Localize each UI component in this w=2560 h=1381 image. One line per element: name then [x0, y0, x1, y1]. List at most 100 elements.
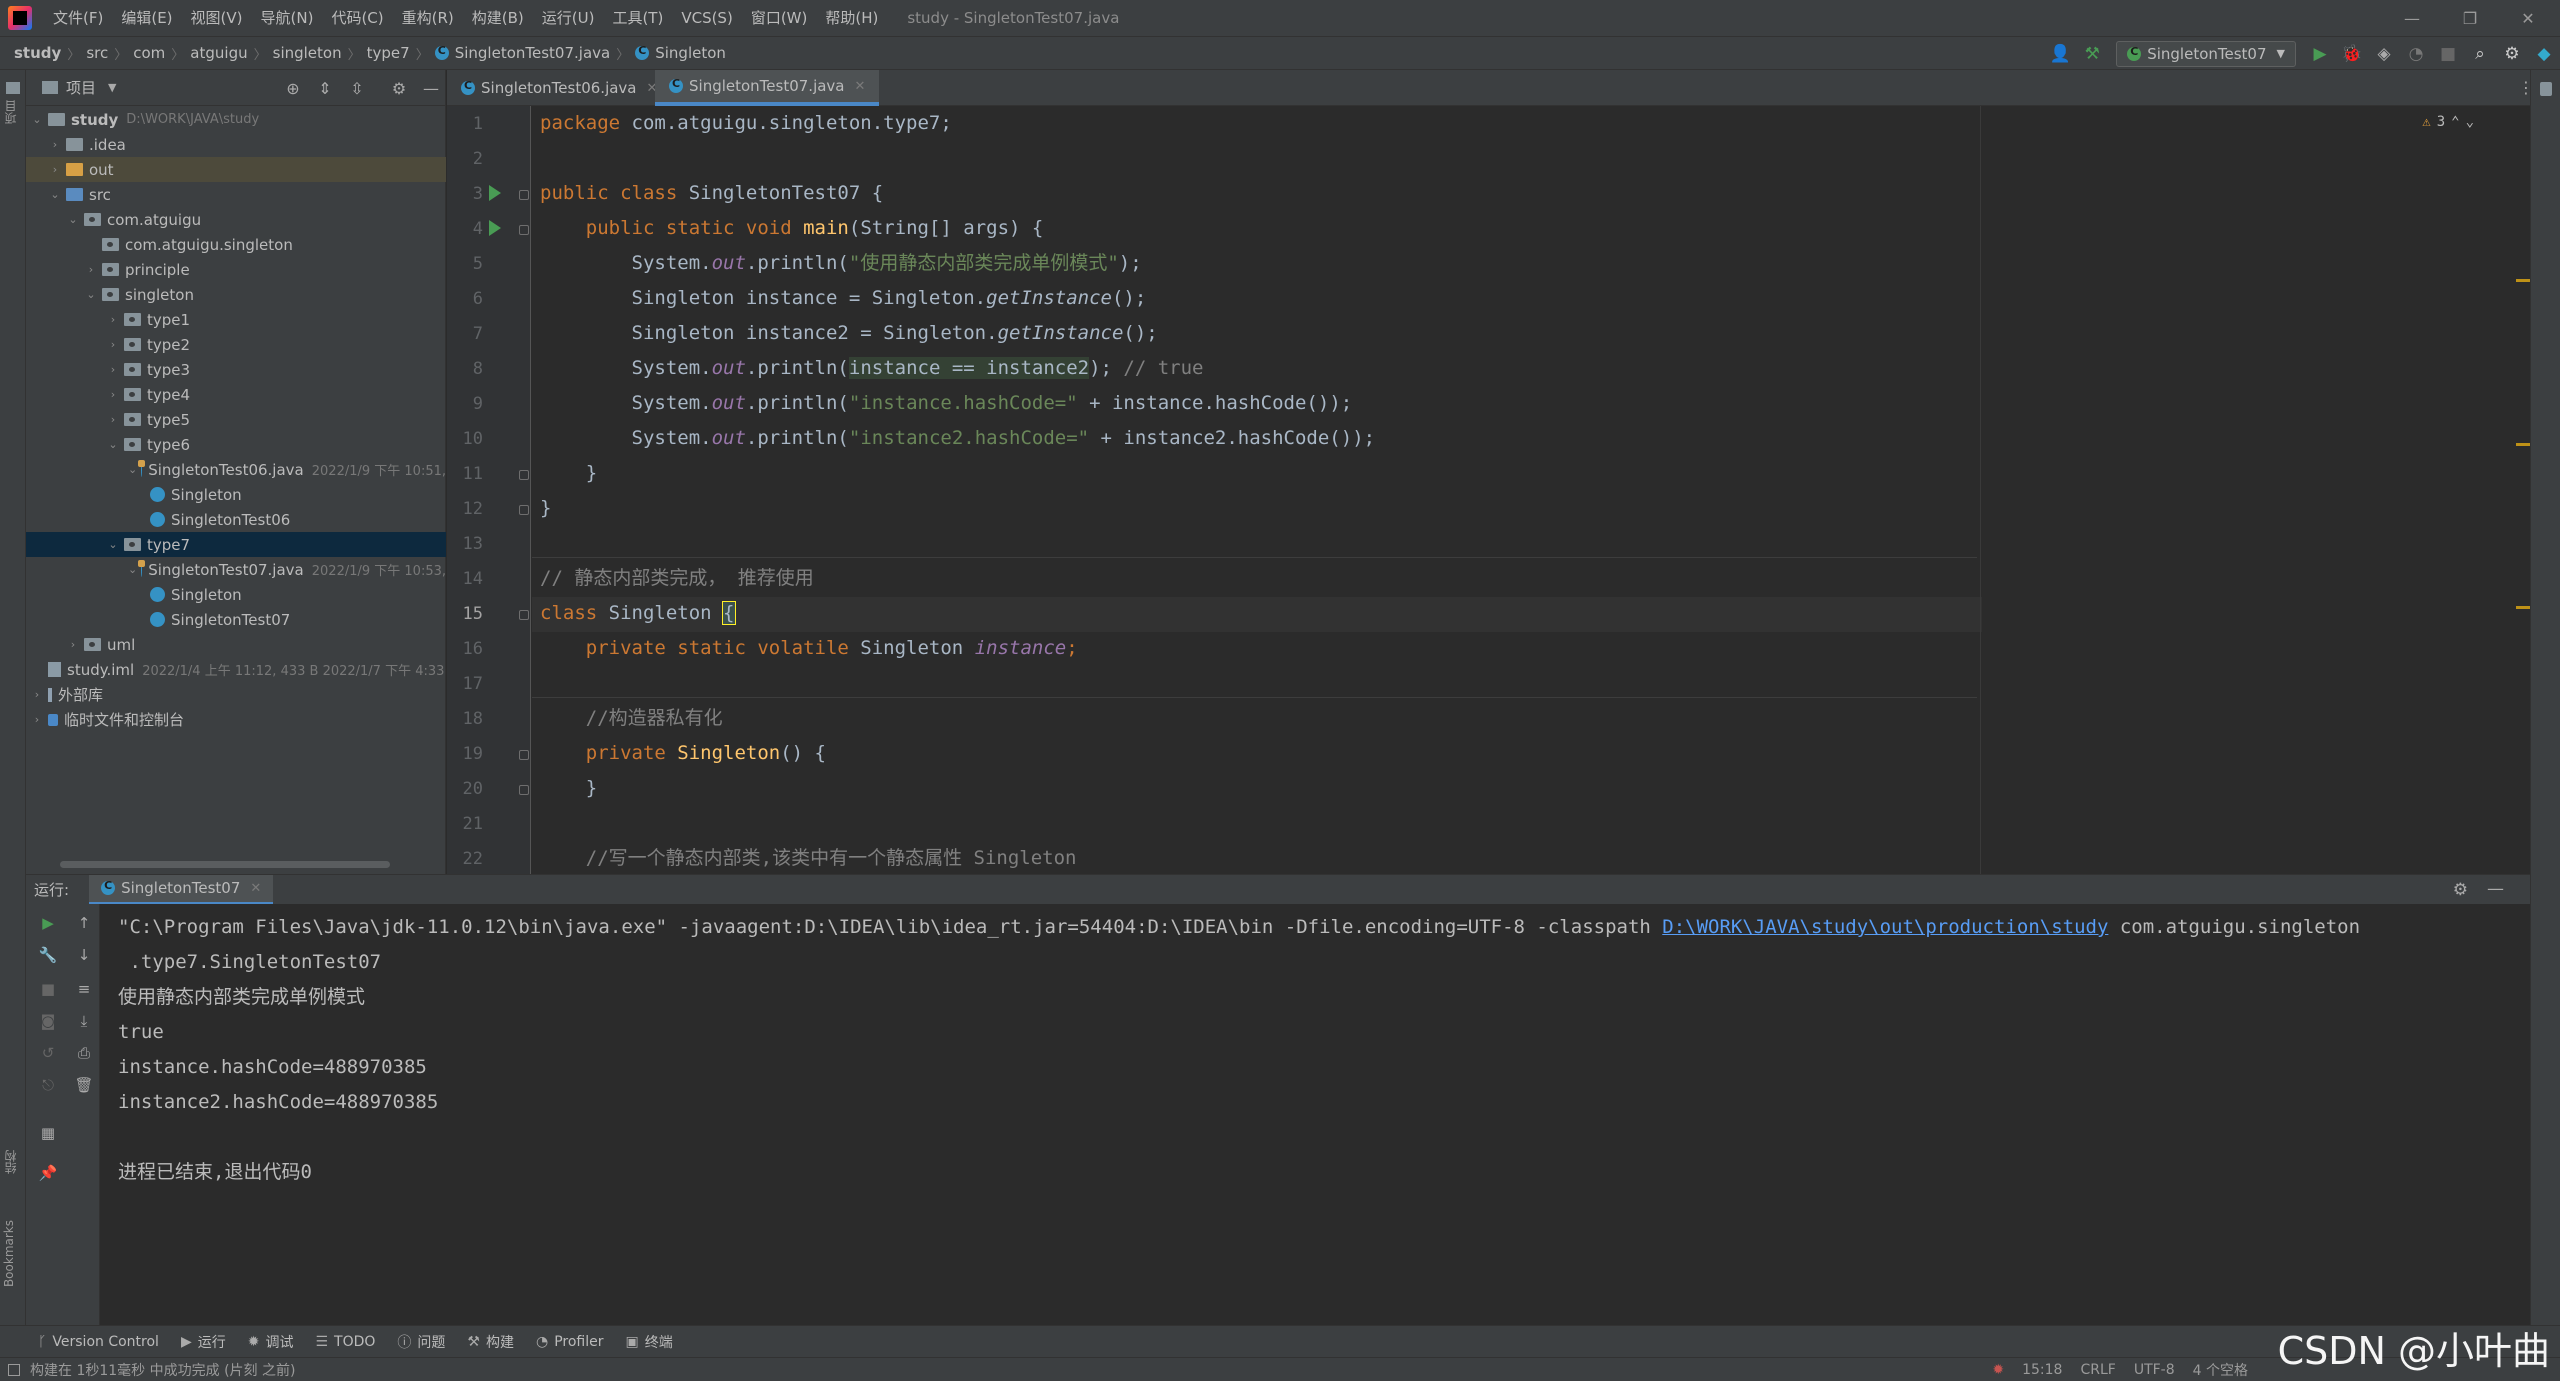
menu-view[interactable]: 视图(V): [182, 0, 252, 36]
tool-todo[interactable]: ☰ TODO: [315, 1334, 375, 1350]
tree-item-type4[interactable]: › type4: [26, 382, 446, 407]
layout-icon[interactable]: ▦: [34, 1120, 62, 1146]
tree-item-singletontest06-class[interactable]: SingletonTest06: [26, 507, 446, 532]
tree-item-idea[interactable]: › .idea: [26, 132, 446, 157]
structure-tool-label[interactable]: 结构: [2, 1150, 19, 1174]
stop-icon[interactable]: ■: [34, 976, 62, 1002]
line-separator[interactable]: CRLF: [2080, 1362, 2115, 1378]
exit-icon[interactable]: ⎋: [34, 1072, 62, 1098]
tree-item-study-iml[interactable]: study.iml 2022/1/4 上午 11:12, 433 B 2022/1…: [26, 657, 446, 682]
tree-item-com-atguigu[interactable]: ⌄ com.atguigu: [26, 207, 446, 232]
tree-item-src[interactable]: ⌄ src: [26, 182, 446, 207]
tree-item-out[interactable]: › out: [26, 157, 446, 182]
tree-item-type2[interactable]: › type2: [26, 332, 446, 357]
tree-item-singletontest06-java[interactable]: ⌄ SingletonTest06.java 2022/1/9 下午 10:51,: [26, 457, 446, 482]
rerun-icon[interactable]: ▶: [34, 910, 62, 936]
tree-item-type5[interactable]: › type5: [26, 407, 446, 432]
run-icon[interactable]: ▶: [2304, 37, 2336, 70]
hide-panel-icon[interactable]: —: [416, 70, 446, 106]
close-icon[interactable]: ✕: [2499, 0, 2557, 36]
settings-icon[interactable]: ⚙: [2453, 880, 2468, 900]
debug-icon[interactable]: 🐞: [2336, 37, 2368, 70]
chevron-down-icon[interactable]: ▼: [108, 81, 116, 94]
tree-item-singletontest07-class[interactable]: SingletonTest07: [26, 607, 446, 632]
status-panel-icon[interactable]: [8, 1363, 20, 1376]
wrench-icon[interactable]: 🔧: [34, 942, 62, 968]
project-view-selector[interactable]: 项目: [66, 77, 96, 98]
notification-icon[interactable]: ✹: [1992, 1362, 2004, 1378]
tree-item-scratches[interactable]: › 临时文件和控制台: [26, 707, 446, 732]
menu-tools[interactable]: 工具(T): [603, 0, 672, 36]
tree-item-external-libraries[interactable]: › 外部库: [26, 682, 446, 707]
warning-stripe-mark[interactable]: [2516, 443, 2530, 446]
indent-setting[interactable]: 4 个空格: [2193, 1360, 2248, 1380]
project-tool-label[interactable]: 项目: [2, 100, 19, 124]
fold-icon[interactable]: [519, 610, 529, 620]
tree-item-singleton-class[interactable]: Singleton: [26, 482, 446, 507]
run-gutter-icon[interactable]: [489, 185, 501, 201]
tool-debug[interactable]: ✹ 调试: [248, 1332, 294, 1352]
camera-icon[interactable]: ◙: [34, 1008, 62, 1034]
tree-item-singletontest07-java[interactable]: ⌄ SingletonTest07.java 2022/1/9 下午 10:53,: [26, 557, 446, 582]
stop-icon[interactable]: ■: [2432, 37, 2464, 70]
tree-item-type6[interactable]: ⌄ type6: [26, 432, 446, 457]
breadcrumb-src[interactable]: src: [80, 44, 114, 62]
scroll-up-icon[interactable]: ↑: [70, 910, 98, 936]
tool-terminal[interactable]: ▣ 终端: [625, 1332, 672, 1352]
tool-profiler[interactable]: ◔ Profiler: [536, 1334, 604, 1350]
bookmarks-tool-label[interactable]: Bookmarks: [2, 1220, 16, 1287]
locate-icon[interactable]: ⊕: [278, 70, 308, 106]
menu-edit[interactable]: 编辑(E): [112, 0, 181, 36]
database-tool-icon[interactable]: [2540, 82, 2552, 96]
warning-stripe-mark[interactable]: [2516, 279, 2530, 282]
tab-singletontest07[interactable]: SingletonTest07.java ✕: [655, 70, 880, 106]
menu-file[interactable]: 文件(F): [44, 0, 112, 36]
run-gutter-icon[interactable]: [489, 220, 501, 236]
gear-icon[interactable]: ⚙: [384, 70, 414, 106]
fold-icon[interactable]: [519, 505, 529, 515]
coverage-icon[interactable]: ◈: [2368, 37, 2400, 70]
tree-item-singleton[interactable]: ⌄ singleton: [26, 282, 446, 307]
fold-icon[interactable]: [519, 470, 529, 480]
menu-code[interactable]: 代码(C): [322, 0, 392, 36]
tool-run[interactable]: ▶ 运行: [181, 1332, 226, 1352]
menu-refactor[interactable]: 重构(R): [393, 0, 463, 36]
pin-icon[interactable]: 📌: [34, 1160, 62, 1186]
tree-item-type7[interactable]: ⌄ type7: [26, 532, 446, 557]
status-message[interactable]: 构建在 1秒11毫秒 中成功完成 (片刻 之前): [30, 1360, 295, 1380]
editor-error-stripe[interactable]: [2516, 106, 2530, 874]
minimize-icon[interactable]: —: [2383, 0, 2441, 36]
jetbrains-icon[interactable]: ◆: [2528, 37, 2560, 70]
chevron-down-icon[interactable]: ⌄: [2466, 114, 2474, 130]
chevron-up-icon[interactable]: ⌃: [2451, 114, 2459, 130]
run-tab[interactable]: SingletonTest07 ✕: [89, 874, 274, 905]
caret-position[interactable]: 15:18: [2022, 1362, 2062, 1378]
tool-problems[interactable]: ⓘ 问题: [397, 1332, 445, 1352]
menu-vcs[interactable]: VCS(S): [672, 0, 741, 36]
breadcrumb-singleton[interactable]: singleton: [267, 44, 348, 62]
tab-singletontest06[interactable]: SingletonTest06.java✕: [447, 70, 671, 106]
close-tab-icon[interactable]: ✕: [855, 79, 866, 94]
code-editor[interactable]: package com.atguigu.singleton.type7; pub…: [532, 106, 2530, 874]
breadcrumb-class[interactable]: Singleton: [629, 44, 732, 62]
breadcrumb-atguigu[interactable]: atguigu: [184, 44, 253, 62]
trash-icon[interactable]: 🗑: [70, 1072, 98, 1098]
menu-run[interactable]: 运行(U): [533, 0, 604, 36]
restore-icon[interactable]: ❐: [2441, 0, 2499, 36]
print-icon[interactable]: ⎙: [70, 1040, 98, 1066]
hide-panel-icon[interactable]: —: [2487, 879, 2504, 899]
menu-help[interactable]: 帮助(H): [816, 0, 887, 36]
scroll-to-end-icon[interactable]: ⤓: [70, 1008, 98, 1034]
profile-icon[interactable]: ◔: [2400, 37, 2432, 70]
restore-layout-icon[interactable]: ↺: [34, 1040, 62, 1066]
project-tool-icon[interactable]: [6, 82, 20, 94]
breadcrumb-type7[interactable]: type7: [361, 44, 416, 62]
menu-navigate[interactable]: 导航(N): [252, 0, 323, 36]
search-icon[interactable]: ⌕: [2464, 37, 2496, 70]
tree-item-singleton-class[interactable]: Singleton: [26, 582, 446, 607]
fold-icon[interactable]: [519, 750, 529, 760]
fold-icon[interactable]: [519, 785, 529, 795]
tree-item-uml[interactable]: › uml: [26, 632, 446, 657]
breadcrumb-study[interactable]: study: [0, 44, 67, 62]
soft-wrap-icon[interactable]: ≡: [70, 976, 98, 1002]
